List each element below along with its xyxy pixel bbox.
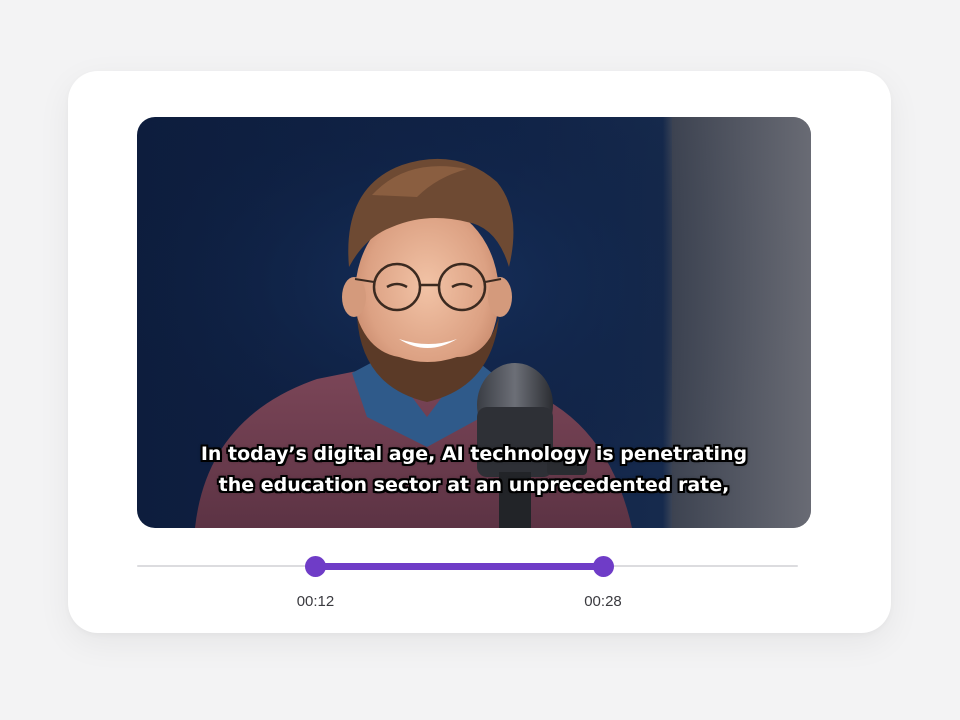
video-frame[interactable]: In today’s digital age, AI technology is… (137, 117, 811, 528)
clip-range-slider[interactable] (137, 556, 798, 578)
end-handle[interactable] (593, 556, 614, 577)
selected-range-bar[interactable] (315, 563, 603, 570)
start-time-label: 00:12 (296, 593, 335, 610)
end-time-label: 00:28 (584, 593, 622, 610)
video-clip-card: In today’s digital age, AI technology is… (68, 71, 891, 633)
caption-line-2: the education sector at an unprecedented… (218, 474, 730, 496)
subtitle-caption: In today’s digital age, AI technology is… (137, 439, 811, 501)
start-handle[interactable] (305, 556, 327, 577)
caption-line-1: In today’s digital age, AI technology is… (200, 443, 748, 465)
